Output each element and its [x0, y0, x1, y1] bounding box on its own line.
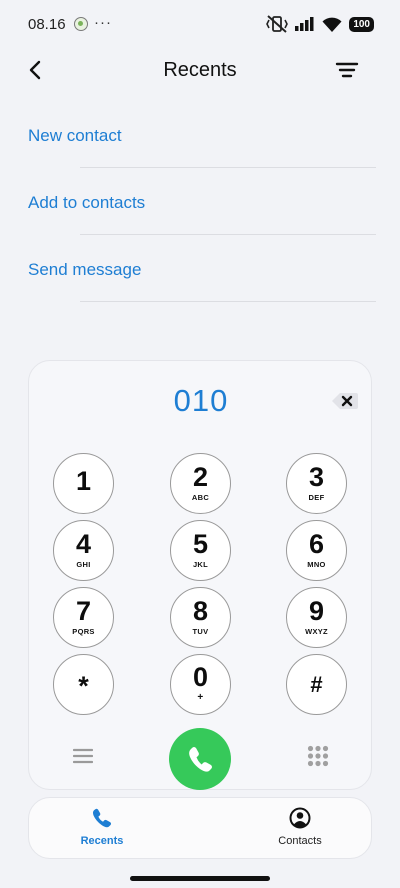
- key-digit: 2: [192, 462, 209, 492]
- status-overflow: ···: [94, 14, 112, 31]
- key-digit: 9: [308, 596, 325, 626]
- status-bar: 08.16 ··· 100: [0, 0, 400, 50]
- divider: [80, 167, 376, 168]
- keypad-icon: [307, 745, 329, 767]
- key-letters: GHI: [76, 560, 91, 569]
- key-digit: 6: [308, 529, 325, 559]
- nav-recents[interactable]: Recents: [52, 807, 152, 847]
- key-digit: 5: [192, 529, 209, 559]
- nav-contacts-label: Contacts: [278, 835, 322, 847]
- call-button[interactable]: [169, 728, 231, 790]
- dial-panel: 010 1 2 ABC 3 DEF 4 GHI 5 JKL 6 MNO 7 PQ…: [28, 360, 372, 790]
- key-digit: 4: [75, 529, 92, 559]
- status-time: 08.16: [28, 16, 66, 33]
- key-digit: 8: [192, 596, 209, 626]
- key-star[interactable]: *: [53, 654, 114, 715]
- key-digit: 7: [75, 596, 92, 626]
- menu-icon: [72, 748, 94, 764]
- wifi-icon: [322, 17, 342, 32]
- key-4[interactable]: 4 GHI: [53, 520, 114, 581]
- backspace-button[interactable]: [331, 391, 359, 411]
- key-letters: JKL: [192, 560, 209, 569]
- nav-contacts[interactable]: Contacts: [250, 807, 350, 847]
- menu-button[interactable]: [72, 747, 94, 765]
- key-0[interactable]: 0 +: [170, 654, 231, 715]
- filter-icon: [335, 62, 359, 78]
- divider: [80, 234, 376, 235]
- key-letters: ABC: [191, 493, 210, 502]
- key-9[interactable]: 9 WXYZ: [286, 587, 347, 648]
- key-digit: 1: [75, 466, 92, 496]
- filter-button[interactable]: [334, 58, 360, 82]
- phone-icon: [92, 808, 112, 828]
- key-letters: WXYZ: [305, 627, 328, 636]
- status-icons: 100: [266, 14, 374, 34]
- new-contact-link[interactable]: New contact: [28, 126, 122, 146]
- key-6[interactable]: 6 MNO: [286, 520, 347, 581]
- contacts-icon: [289, 807, 311, 829]
- key-3[interactable]: 3 DEF: [286, 453, 347, 514]
- nav-recents-label: Recents: [80, 835, 124, 847]
- phone-icon: [189, 747, 212, 772]
- key-8[interactable]: 8 TUV: [170, 587, 231, 648]
- signal-icon: [295, 17, 314, 31]
- backspace-icon: [332, 393, 358, 409]
- home-indicator[interactable]: [130, 876, 270, 881]
- bottom-nav: Recents Contacts: [28, 797, 372, 859]
- keypad-toggle-button[interactable]: [307, 745, 329, 767]
- key-digit: *: [78, 671, 89, 701]
- key-digit: #: [310, 672, 323, 697]
- key-letters: +: [197, 692, 204, 703]
- dialed-number[interactable]: 010: [29, 383, 373, 419]
- key-2[interactable]: 2 ABC: [170, 453, 231, 514]
- battery-icon: 100: [349, 16, 374, 32]
- key-7[interactable]: 7 PQRS: [53, 587, 114, 648]
- vibrate-off-icon: [266, 15, 289, 33]
- divider: [80, 301, 376, 302]
- key-letters: TUV: [192, 627, 209, 636]
- key-letters: PQRS: [72, 627, 95, 636]
- header: Recents: [0, 50, 400, 90]
- app-notification-icon: [74, 17, 88, 31]
- key-5[interactable]: 5 JKL: [170, 520, 231, 581]
- key-letters: DEF: [308, 493, 325, 502]
- add-to-contacts-link[interactable]: Add to contacts: [28, 193, 145, 213]
- key-1[interactable]: 1: [53, 453, 114, 514]
- key-letters: MNO: [307, 560, 326, 569]
- key-digit: 0: [192, 662, 209, 692]
- key-digit: 3: [308, 462, 325, 492]
- key-hash[interactable]: #: [286, 654, 347, 715]
- send-message-link[interactable]: Send message: [28, 260, 141, 280]
